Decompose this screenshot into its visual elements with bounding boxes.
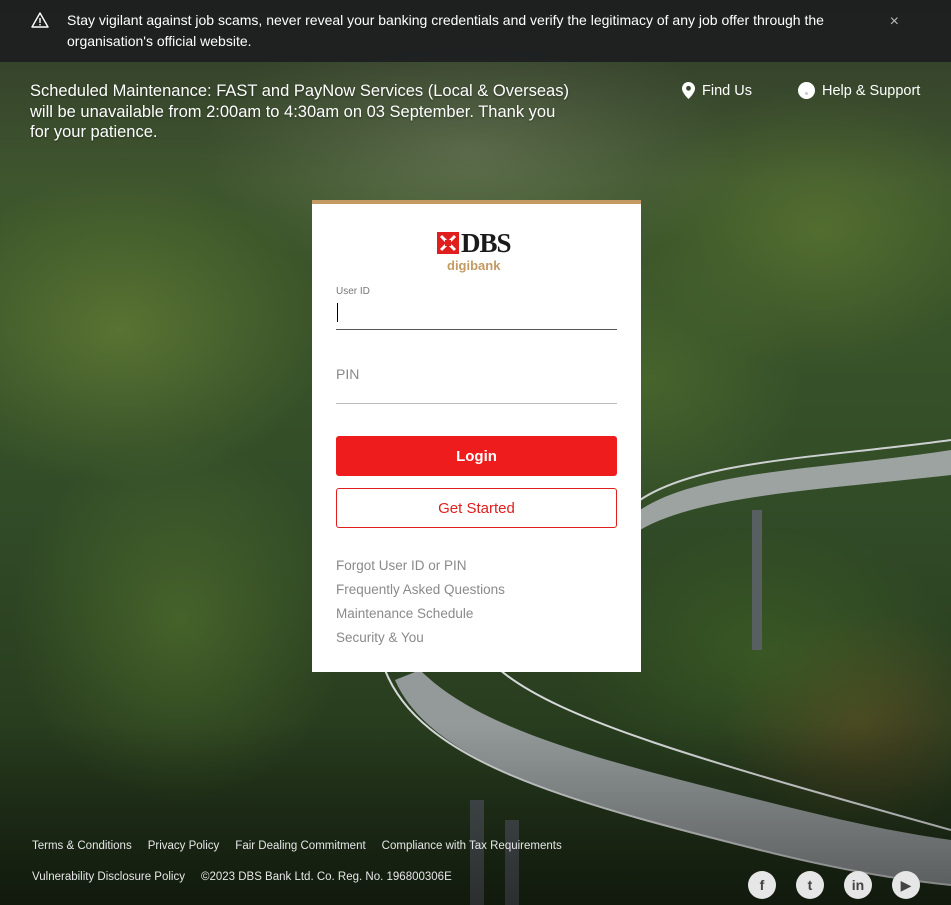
tax-compliance-link[interactable]: Compliance with Tax Requirements <box>382 840 562 852</box>
help-support-label: Help & Support <box>822 82 921 99</box>
dbs-star-icon <box>437 232 459 254</box>
twitter-icon[interactable]: t <box>796 871 824 899</box>
help-support-link[interactable]: Help & Support <box>798 82 920 99</box>
youtube-icon[interactable]: ▶ <box>892 871 920 899</box>
faq-link[interactable]: Frequently Asked Questions <box>336 578 505 602</box>
maintenance-notice: Scheduled Maintenance: FAST and PayNow S… <box>30 82 569 141</box>
vulnerability-disclosure-link[interactable]: Vulnerability Disclosure Policy <box>32 871 185 883</box>
userid-label: User ID <box>336 286 370 297</box>
copyright-text: ©2023 DBS Bank Ltd. Co. Reg. No. 1968003… <box>200 871 452 883</box>
login-card: DBS digibank User ID PIN Login Get Start… <box>312 200 641 672</box>
help-links: Forgot User ID or PIN Frequently Asked Q… <box>336 554 505 650</box>
facebook-icon[interactable]: f <box>748 871 776 899</box>
find-us-label: Find Us <box>702 82 752 99</box>
footer-links: Terms & Conditions Privacy Policy Fair D… <box>32 840 562 852</box>
location-pin-icon <box>682 82 695 99</box>
alert-message: Stay vigilant against job scams, never r… <box>67 12 824 49</box>
forgot-userid-pin-link[interactable]: Forgot User ID or PIN <box>336 554 505 578</box>
pin-input[interactable]: PIN <box>336 360 617 404</box>
pin-placeholder: PIN <box>336 366 360 382</box>
linkedin-icon[interactable]: in <box>844 871 872 899</box>
terms-link[interactable]: Terms & Conditions <box>32 840 132 852</box>
footer-bottom: Vulnerability Disclosure Policy ©2023 DB… <box>32 871 452 883</box>
scam-alert-banner: Stay vigilant against job scams, never r… <box>0 0 951 62</box>
find-us-link[interactable]: Find Us <box>682 82 752 99</box>
text-caret <box>337 303 338 322</box>
brand-name: DBS <box>461 228 512 258</box>
maintenance-schedule-link[interactable]: Maintenance Schedule <box>336 602 505 626</box>
get-started-button[interactable]: Get Started <box>336 488 617 528</box>
sub-brand-name: digibank <box>447 258 501 273</box>
security-link[interactable]: Security & You <box>336 626 505 650</box>
close-icon[interactable]: × <box>890 11 899 32</box>
privacy-link[interactable]: Privacy Policy <box>148 840 220 852</box>
login-button[interactable]: Login <box>336 436 617 476</box>
dbs-logo: DBS digibank <box>437 228 517 276</box>
social-links: f t in ▶ <box>748 871 920 899</box>
warning-icon <box>31 12 49 28</box>
fair-dealing-link[interactable]: Fair Dealing Commitment <box>235 840 365 852</box>
userid-input[interactable] <box>336 300 617 330</box>
help-icon <box>798 82 815 99</box>
